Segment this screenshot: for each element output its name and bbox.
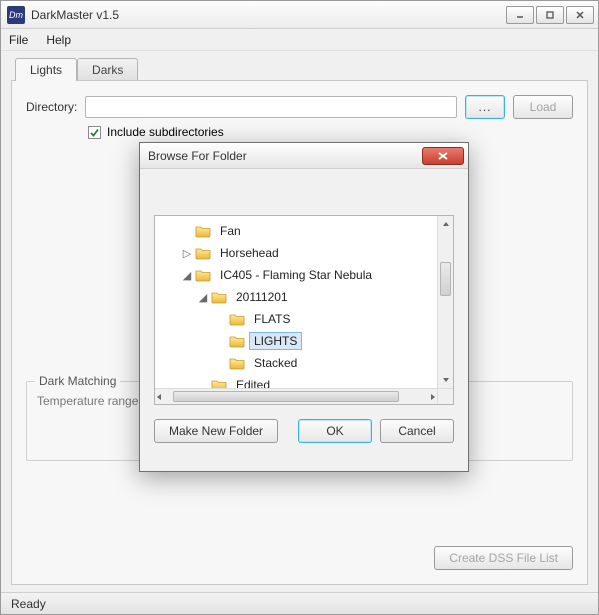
tree-node-label[interactable]: 20111201 [231, 288, 293, 306]
dialog-title: Browse For Folder [148, 149, 247, 163]
include-subdirectories-label: Include subdirectories [107, 125, 224, 139]
folder-icon [229, 356, 245, 370]
tree-node-label[interactable]: Stacked [249, 354, 302, 372]
scroll-up-icon[interactable] [438, 216, 453, 232]
tab-lights[interactable]: Lights [15, 58, 77, 81]
tree-node-label[interactable]: Horsehead [215, 244, 284, 262]
tree-node-flats[interactable]: FLATS [155, 308, 437, 330]
app-title: DarkMaster v1.5 [31, 8, 119, 22]
tree-node-20111201[interactable]: ◢ 20111201 [155, 286, 437, 308]
directory-input[interactable] [85, 96, 457, 118]
cancel-button[interactable]: Cancel [380, 419, 454, 443]
status-text: Ready [11, 597, 46, 611]
minimize-button[interactable] [506, 6, 534, 24]
scrollbar-corner [437, 388, 453, 404]
tree-twisty-icon[interactable]: ◢ [181, 269, 193, 282]
folder-icon [195, 268, 211, 282]
tabstrip: Lights Darks [15, 57, 588, 80]
scroll-right-icon[interactable] [429, 389, 437, 405]
create-dss-button[interactable]: Create DSS File List [434, 546, 573, 570]
titlebar: Dm DarkMaster v1.5 [1, 1, 598, 29]
tree-node-lights[interactable]: LIGHTS [155, 330, 437, 352]
menu-help[interactable]: Help [46, 33, 71, 47]
tree-twisty-icon[interactable]: ▷ [181, 247, 193, 260]
tree-node-ic405-flaming-star-nebula[interactable]: ◢ IC405 - Flaming Star Nebula [155, 264, 437, 286]
tree-node-label[interactable]: LIGHTS [249, 332, 302, 350]
folder-tree: Fan ▷ Horsehead ◢ IC405 - Flaming Star Nebul… [154, 215, 454, 405]
tree-node-label[interactable]: IC405 - Flaming Star Nebula [215, 266, 377, 284]
maximize-button[interactable] [536, 6, 564, 24]
dialog-titlebar: Browse For Folder [140, 143, 468, 169]
tree-node-fan[interactable]: Fan [155, 220, 437, 242]
tree-node-label[interactable]: FLATS [249, 310, 295, 328]
directory-label: Directory: [26, 100, 77, 114]
close-button[interactable] [566, 6, 594, 24]
dark-matching-title: Dark Matching [35, 374, 120, 388]
ok-button[interactable]: OK [298, 419, 372, 443]
folder-icon [195, 246, 211, 260]
tree-node-edited[interactable]: Edited [155, 374, 437, 388]
tree-twisty-icon[interactable]: ◢ [197, 291, 209, 304]
browse-folder-dialog: Browse For Folder Fan ▷ Horsehead ◢ IC405 - … [139, 142, 469, 472]
tree-node-stacked[interactable]: Stacked [155, 352, 437, 374]
browse-button[interactable]: ... [465, 95, 505, 119]
dialog-close-button[interactable] [422, 147, 464, 165]
horizontal-scroll-thumb[interactable] [173, 391, 399, 402]
tab-darks[interactable]: Darks [77, 58, 138, 81]
tree-node-label[interactable]: Fan [215, 222, 246, 240]
menubar: File Help [1, 29, 598, 51]
folder-icon [195, 224, 211, 238]
folder-icon [211, 378, 227, 388]
folder-icon [229, 312, 245, 326]
tree-node-label[interactable]: Edited [231, 376, 275, 388]
make-new-folder-button[interactable]: Make New Folder [154, 419, 278, 443]
vertical-scrollbar[interactable] [437, 216, 453, 388]
scroll-down-icon[interactable] [438, 372, 453, 388]
load-button[interactable]: Load [513, 95, 573, 119]
scroll-left-icon[interactable] [155, 389, 163, 405]
vertical-scroll-thumb[interactable] [440, 262, 451, 296]
horizontal-scrollbar[interactable] [155, 388, 437, 404]
folder-icon [229, 334, 245, 348]
menu-file[interactable]: File [9, 33, 28, 47]
app-icon: Dm [7, 6, 25, 24]
tree-node-horsehead[interactable]: ▷ Horsehead [155, 242, 437, 264]
statusbar: Ready [1, 592, 598, 614]
include-subdirectories-checkbox[interactable] [88, 126, 101, 139]
folder-icon [211, 290, 227, 304]
